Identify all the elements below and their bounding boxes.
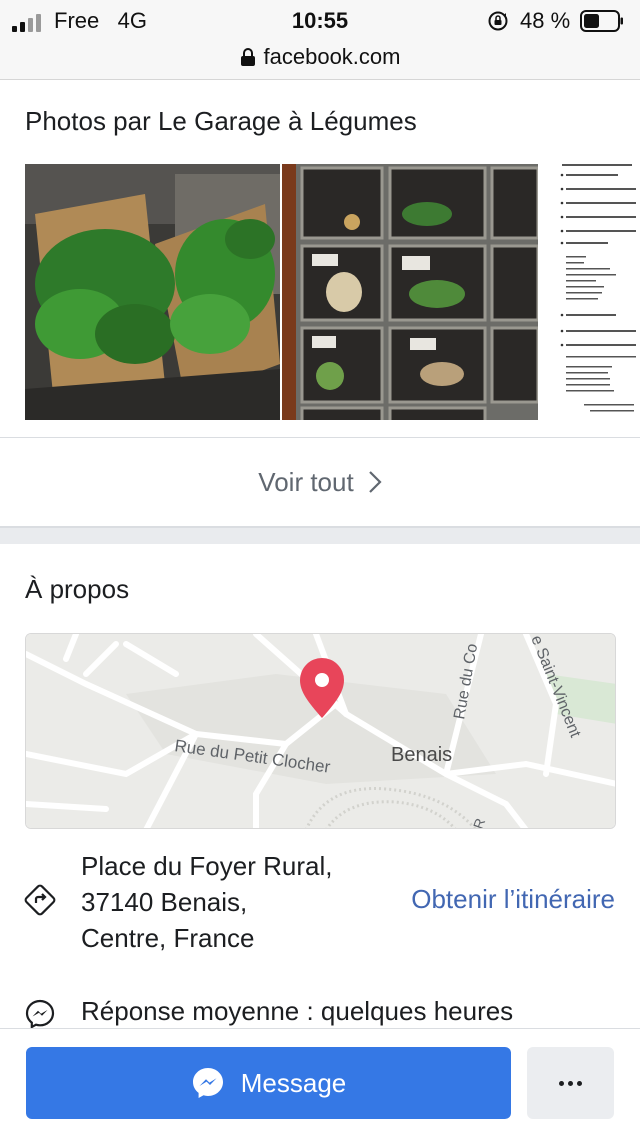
battery-icon [580,10,623,32]
url-text: facebook.com [263,44,401,69]
spinach-bags-photo[interactable] [25,164,280,420]
battery-percent: 48 % [520,8,571,33]
see-all-label: Voir tout [258,466,354,497]
address-text: Place du Foyer Rural, 37140 Benais, Cent… [81,848,332,956]
padlock-icon [240,48,255,66]
photo-strip[interactable] [25,164,640,420]
see-all-button[interactable]: Voir tout [0,438,640,526]
vending-lockers-photo[interactable] [282,164,538,420]
messenger-outline-icon [25,999,55,1029]
address-line-2: 37140 Benais, [81,887,248,917]
response-time-text: Réponse moyenne : quelques heures [81,996,514,1026]
location-map[interactable]: Rue du Petit Clocher Benais Rue du Co e … [25,633,616,829]
rotation-lock-icon [488,11,508,31]
section-separator [0,526,640,544]
url-bar[interactable]: facebook.com [0,44,640,80]
status-bar: Free 4G 10:55 48 % [0,0,640,44]
bottom-action-bar: Message [0,1028,640,1136]
messenger-icon [192,1068,223,1098]
address-line-3: Centre, France [81,923,255,953]
more-dots-icon [557,1080,584,1086]
photos-section-title: Photos par Le Garage à Légumes [25,106,417,136]
get-directions-link[interactable]: Obtenir l’itinéraire [411,884,615,915]
message-button-label: Message [240,1067,347,1098]
message-button[interactable]: Message [26,1047,511,1119]
about-section-title: À propos [25,574,130,604]
address-line-1: Place du Foyer Rural, [81,851,333,881]
map-label-benais: Benais [391,744,452,766]
product-list-photo[interactable] [540,164,640,420]
chevron-right-icon [368,471,382,493]
directions-icon [24,884,56,916]
more-options-button[interactable] [527,1047,614,1119]
